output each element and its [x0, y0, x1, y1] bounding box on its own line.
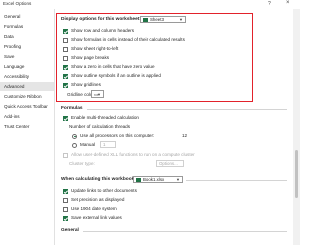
formulas-heading: Formulas [61, 106, 83, 111]
checkbox-update-links[interactable] [63, 188, 68, 194]
sidebar-item-advanced[interactable]: Advanced [0, 82, 54, 91]
help-button[interactable]: ? [268, 1, 271, 7]
sidebar-item-formulas[interactable]: Formulas [0, 22, 54, 31]
sidebar-item-add-ins[interactable]: Add-ins [0, 112, 54, 121]
section-divider [83, 231, 287, 232]
sidebar: General Formulas Data Proofing Save Lang… [0, 9, 55, 245]
workbook-icon [136, 178, 141, 182]
sidebar-item-proofing[interactable]: Proofing [0, 42, 54, 51]
close-button[interactable]: × [286, 0, 290, 6]
option-label: Set precision as displayed [71, 197, 125, 202]
checkbox-save-external-links[interactable] [63, 215, 68, 221]
scrollbar-thumb[interactable] [295, 150, 298, 198]
cluster-type-text: Cluster type: [69, 161, 95, 166]
workbook-select[interactable]: Book1.xlsx ▼ [133, 176, 183, 183]
checkbox-precision-as-displayed[interactable] [63, 197, 68, 203]
checkbox-allow-udf[interactable] [63, 152, 68, 158]
option-label: Save external link values [71, 215, 122, 220]
title-bar: Excel Options ? × [0, 0, 300, 8]
option-label: Allow user-defined XLL functions to run … [71, 152, 195, 157]
option-label: Use 1904 date system [71, 206, 117, 211]
option-label: Manual [80, 142, 96, 147]
threads-label: Number of calculation threads [69, 124, 131, 129]
option-label: Update links to other documents [71, 188, 137, 193]
chevron-down-icon: ▼ [176, 177, 180, 182]
radio-use-all-processors[interactable] [72, 133, 77, 139]
general-heading: General [61, 228, 79, 233]
workbook-calc-heading: When calculating this workbook: [61, 177, 136, 182]
checkbox-multithreaded[interactable] [63, 115, 68, 121]
sidebar-item-quick-access-toolbar[interactable]: Quick Access Toolbar [0, 102, 54, 111]
option-label: Enable multi-threaded calculation [71, 115, 139, 120]
window-title: Excel Options [3, 1, 32, 6]
option-label: Use all processors on this computer: [80, 133, 155, 138]
checkbox-1904-date-system[interactable] [63, 206, 68, 212]
sidebar-item-data[interactable]: Data [0, 32, 54, 41]
sidebar-item-general[interactable]: General [0, 12, 54, 21]
processor-count: 12 [182, 133, 188, 138]
cluster-options-button[interactable]: Options... [156, 160, 184, 167]
highlight-box [56, 13, 253, 102]
sidebar-item-language[interactable]: Language [0, 62, 54, 71]
section-divider [87, 109, 287, 110]
radio-manual[interactable] [72, 142, 77, 148]
workbook-select-value: Book1.xlsx [143, 177, 165, 182]
section-divider [186, 180, 287, 181]
sidebar-item-customize-ribbon[interactable]: Customize Ribbon [0, 92, 54, 101]
sidebar-item-trust-center[interactable]: Trust Center [0, 122, 54, 131]
scrollbar-track[interactable] [293, 9, 300, 245]
sidebar-item-save[interactable]: Save [0, 52, 54, 61]
sidebar-item-accessibility[interactable]: Accessibility [0, 72, 54, 81]
manual-threads-stepper[interactable]: 1 [100, 141, 116, 148]
